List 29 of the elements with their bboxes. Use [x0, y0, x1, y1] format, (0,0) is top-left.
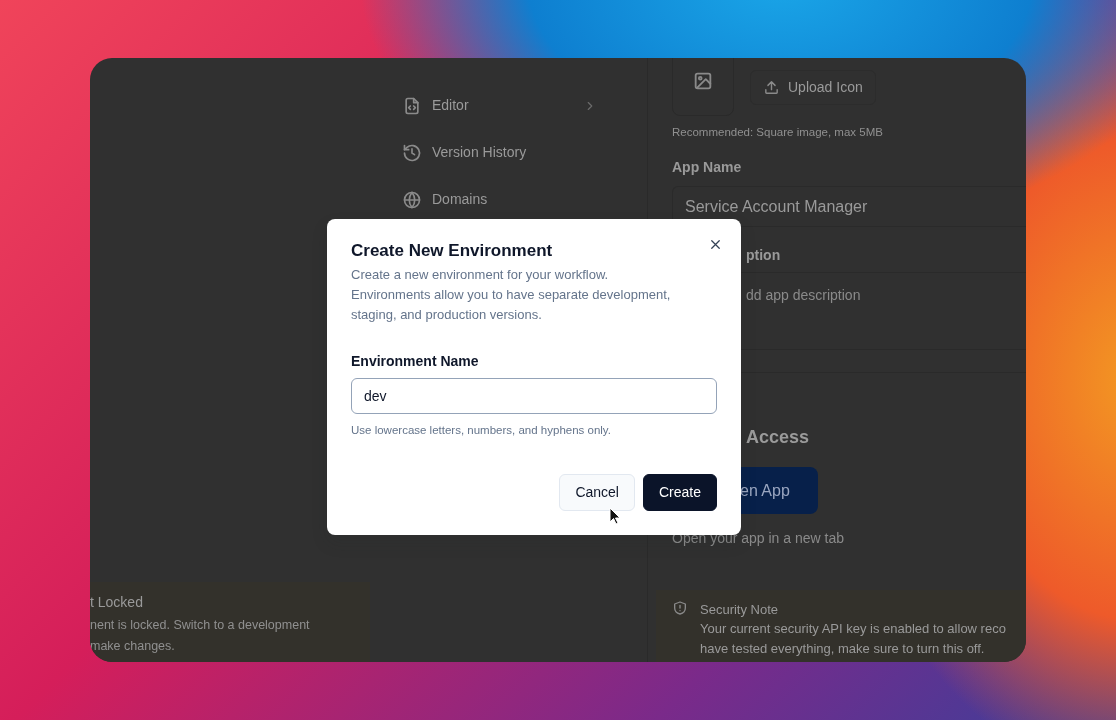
upload-button[interactable]: Upload Icon [750, 69, 876, 105]
hint-text: Use lowercase letters, numbers, and hyphens only. [351, 423, 612, 439]
dialog-description: Create a new environment for your workflow. [351, 266, 610, 285]
notice-text: nent is locked. Switch to a development [90, 616, 311, 634]
hint-text: Recommended: Square image, max 5MB [672, 125, 884, 140]
upload-icon [763, 78, 780, 96]
input-field[interactable]: dev [351, 378, 717, 415]
pointer-icon [609, 507, 621, 525]
cancel-button[interactable]: Cancel [559, 473, 635, 511]
notice-text: have tested everything, make sure to turn this off. [700, 639, 986, 658]
sidebar-item[interactable]: Version History [402, 129, 597, 176]
file-code-icon [402, 95, 422, 116]
field-label: Environment Name [351, 352, 480, 372]
sidebar-item[interactable]: Editor [402, 82, 597, 129]
notice-title: t Locked [90, 592, 144, 612]
notice-text: make changes. [90, 638, 176, 656]
history-icon [402, 142, 422, 163]
field-label: ption [746, 246, 782, 266]
globe-icon [402, 189, 422, 210]
section-heading: Access [746, 426, 811, 450]
dialog-title: Create New Environment [351, 241, 554, 262]
notice-title: Security Note [700, 600, 780, 619]
shield-icon [672, 599, 688, 616]
dialog-description: Environments allow you to have separate development, staging, and production versions. [351, 286, 672, 325]
image-icon [692, 70, 714, 92]
notice-text: Your current security API key is enabled to allow reco [700, 620, 1006, 638]
field-label: App Name [672, 158, 743, 178]
create-button[interactable]: Create [642, 473, 717, 511]
sidebar-item[interactable]: Domains [402, 176, 597, 223]
